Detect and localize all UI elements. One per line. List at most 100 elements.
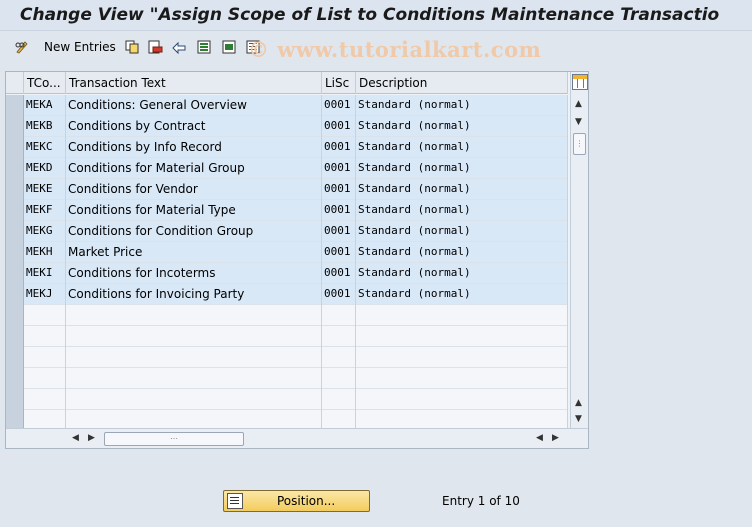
select-block-button[interactable] (221, 38, 237, 56)
entry-counter: Entry 1 of 10 (442, 494, 520, 508)
empty-table-row[interactable] (6, 347, 568, 368)
table-row[interactable]: MEKE Conditions for Vendor 0001 Standard (n… (6, 179, 568, 200)
row-selector[interactable] (6, 305, 24, 326)
new-entries-label: New Entries (44, 40, 116, 54)
table-header: TCo... Transaction Text LiSc Description (6, 72, 568, 94)
table-row[interactable]: MEKH Market Price 0001 Standard (normal) (6, 242, 568, 263)
row-selector[interactable] (6, 242, 24, 263)
select-all-icon (196, 39, 212, 55)
cell-tcode: MEKC (24, 137, 66, 158)
table-row[interactable]: MEKG Conditions for Condition Group 0001 St… (6, 221, 568, 242)
cell-lisc: 0001 (322, 179, 356, 200)
cell-lisc (322, 347, 356, 368)
table-row[interactable]: MEKC Conditions by Info Record 0001 Standar… (6, 137, 568, 158)
cell-lisc: 0001 (322, 200, 356, 221)
scroll-right-icon[interactable]: ▶ (88, 433, 95, 443)
cell-transaction-text: Conditions by Contract (66, 116, 322, 137)
cell-tcode: MEKF (24, 200, 66, 221)
vertical-scrollbar[interactable]: ▲ ▼ ⋮ ▲ ▼ (570, 72, 588, 428)
cell-lisc: 0001 (322, 263, 356, 284)
row-selector[interactable] (6, 137, 24, 158)
cell-description: Standard (normal) (356, 242, 568, 263)
row-selector[interactable] (6, 95, 24, 116)
column-header-lisc[interactable]: LiSc (322, 72, 356, 94)
new-entries-button[interactable]: New Entries (14, 38, 116, 56)
cell-description: Standard (normal) (356, 95, 568, 116)
copy-button[interactable] (124, 38, 140, 56)
cell-tcode: MEKI (24, 263, 66, 284)
horizontal-scrollbar[interactable]: ◀ ▶ ⋯ ◀ ▶ (6, 428, 588, 448)
cell-tcode (24, 347, 66, 368)
empty-table-row[interactable] (6, 326, 568, 347)
column-config-icon[interactable] (572, 74, 588, 90)
table-row[interactable]: MEKA Conditions: General Overview 0001 Stan… (6, 95, 568, 116)
title-bar: Change View "Assign Scope of List to Con… (0, 0, 752, 31)
cell-tcode: MEKD (24, 158, 66, 179)
horizontal-scroll-thumb[interactable]: ⋯ (104, 432, 244, 446)
scroll-left-icon[interactable]: ◀ (536, 433, 543, 443)
undo-button[interactable] (171, 38, 187, 56)
empty-table-row[interactable] (6, 389, 568, 410)
undo-icon (171, 39, 187, 55)
cell-transaction-text: Conditions for Material Group (66, 158, 322, 179)
cell-description: Standard (normal) (356, 200, 568, 221)
cell-transaction-text: Conditions for Invoicing Party (66, 284, 322, 305)
cell-description: Standard (normal) (356, 221, 568, 242)
scroll-left-icon[interactable]: ◀ (72, 433, 79, 443)
scroll-down-icon[interactable]: ▼ (575, 414, 582, 424)
table-row[interactable]: MEKB Conditions by Contract 0001 Standard (… (6, 116, 568, 137)
cell-tcode: MEKG (24, 221, 66, 242)
row-selector[interactable] (6, 200, 24, 221)
cell-transaction-text: Market Price (66, 242, 322, 263)
select-all-button[interactable] (196, 38, 212, 56)
delete-button[interactable] (147, 38, 163, 56)
cell-tcode: MEKH (24, 242, 66, 263)
cell-transaction-text (66, 368, 322, 389)
scroll-down-icon[interactable]: ▲ (575, 398, 582, 408)
page-title: Change View "Assign Scope of List to Con… (20, 5, 720, 25)
position-icon (227, 493, 243, 509)
row-selector[interactable] (6, 284, 24, 305)
vertical-scroll-thumb[interactable]: ⋮ (573, 133, 586, 155)
cell-transaction-text: Conditions: General Overview (66, 95, 322, 116)
copy-icon (124, 39, 140, 55)
scroll-up-icon[interactable]: ▼ (575, 117, 582, 127)
table-row[interactable]: MEKD Conditions for Material Group 0001 Sta… (6, 158, 568, 179)
cell-description: Standard (normal) (356, 137, 568, 158)
select-all-rows-cell[interactable] (6, 72, 24, 94)
position-button-label: Position... (277, 494, 336, 508)
cell-lisc: 0001 (322, 221, 356, 242)
table-row[interactable]: MEKF Conditions for Material Type 0001 Stan… (6, 200, 568, 221)
row-selector[interactable] (6, 389, 24, 410)
row-selector[interactable] (6, 116, 24, 137)
empty-table-row[interactable] (6, 305, 568, 326)
cell-transaction-text (66, 389, 322, 410)
cell-tcode (24, 305, 66, 326)
cell-tcode (24, 389, 66, 410)
cell-lisc (322, 368, 356, 389)
row-selector[interactable] (6, 347, 24, 368)
watermark: © www.tutorialkart.com (248, 37, 542, 62)
delete-icon (147, 39, 163, 55)
table-row[interactable]: MEKJ Conditions for Invoicing Party 0001 St… (6, 284, 568, 305)
cell-lisc: 0001 (322, 242, 356, 263)
column-header-transaction-text[interactable]: Transaction Text (66, 72, 322, 94)
column-header-tcode[interactable]: TCo... (24, 72, 66, 94)
row-selector[interactable] (6, 368, 24, 389)
pencil-glasses-icon (14, 39, 30, 55)
scroll-up-icon[interactable]: ▲ (575, 99, 582, 109)
column-header-description[interactable]: Description (356, 72, 568, 94)
row-selector[interactable] (6, 326, 24, 347)
row-selector[interactable] (6, 263, 24, 284)
cell-lisc: 0001 (322, 95, 356, 116)
cell-tcode (24, 368, 66, 389)
position-button[interactable]: Position... (223, 490, 370, 512)
table-row[interactable]: MEKI Conditions for Incoterms 0001 Standard… (6, 263, 568, 284)
cell-description: Standard (normal) (356, 284, 568, 305)
row-selector[interactable] (6, 158, 24, 179)
scroll-right-icon[interactable]: ▶ (552, 433, 559, 443)
row-selector[interactable] (6, 221, 24, 242)
row-selector[interactable] (6, 179, 24, 200)
empty-table-row[interactable] (6, 368, 568, 389)
cell-tcode (24, 326, 66, 347)
